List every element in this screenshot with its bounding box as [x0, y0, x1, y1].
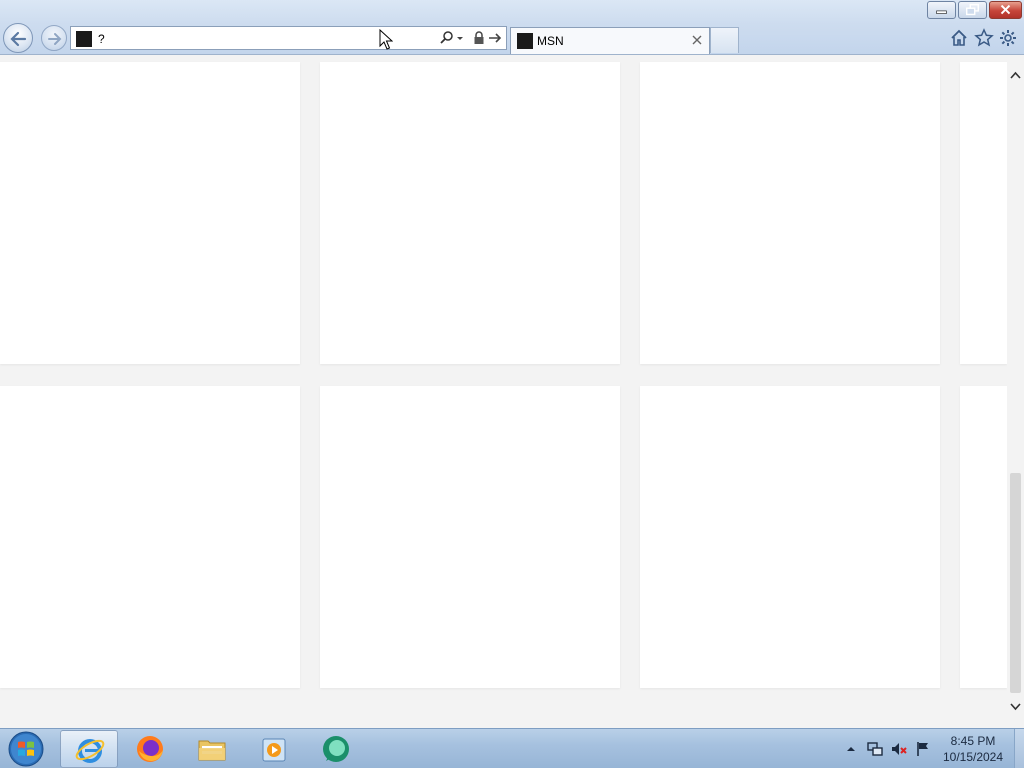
taskbar-green-app[interactable] — [307, 730, 365, 768]
media-player-icon — [262, 738, 286, 762]
scroll-up-icon[interactable] — [1009, 69, 1022, 82]
close-icon — [1000, 4, 1011, 15]
close-tab-icon[interactable] — [689, 32, 705, 48]
volume-muted-icon[interactable] — [890, 740, 908, 758]
home-icon[interactable] — [949, 28, 969, 48]
window-controls — [927, 1, 1022, 19]
system-tray: 8:45 PM 10/15/2024 — [840, 729, 1024, 768]
page-content — [0, 55, 1007, 728]
minimize-button[interactable] — [927, 1, 956, 19]
forward-button[interactable] — [41, 25, 67, 51]
minimize-icon — [936, 10, 947, 14]
msn-favicon-icon — [517, 33, 533, 49]
close-window-button[interactable] — [989, 1, 1022, 19]
go-arrow-icon[interactable] — [487, 30, 503, 46]
clock-date: 10/15/2024 — [942, 750, 1004, 764]
lock-icon[interactable] — [471, 30, 487, 46]
content-card[interactable] — [0, 386, 300, 688]
internet-explorer-icon — [75, 739, 105, 763]
dropdown-arrow-icon[interactable] — [455, 30, 465, 46]
tab-title: MSN — [537, 34, 564, 48]
vertical-scrollbar[interactable] — [1007, 55, 1024, 728]
favorites-star-icon[interactable] — [974, 28, 994, 48]
scrollbar-thumb[interactable] — [1010, 473, 1021, 693]
taskbar-media-player[interactable] — [245, 730, 303, 768]
taskbar-firefox[interactable] — [121, 730, 179, 768]
clock[interactable]: 8:45 PM 10/15/2024 — [938, 733, 1008, 765]
clock-time: 8:45 PM — [950, 734, 996, 748]
restore-button[interactable] — [958, 1, 987, 19]
content-card[interactable] — [640, 386, 940, 688]
back-button[interactable] — [3, 23, 33, 53]
browser-chrome: ? MSN — [0, 0, 1024, 55]
action-center-flag-icon[interactable] — [914, 740, 932, 758]
forward-arrow-icon — [48, 33, 62, 45]
content-card[interactable] — [960, 62, 1007, 364]
firefox-icon — [137, 736, 163, 762]
content-card[interactable] — [640, 62, 940, 364]
taskbar-file-explorer[interactable] — [183, 730, 241, 768]
restore-icon — [966, 3, 979, 16]
address-bar[interactable]: ? — [70, 26, 507, 50]
network-icon[interactable] — [866, 740, 884, 758]
chat-bubble-app-icon — [323, 736, 349, 762]
windows-start-icon — [8, 731, 44, 767]
content-card[interactable] — [320, 386, 620, 688]
tab-msn[interactable]: MSN — [510, 27, 710, 54]
taskbar-internet-explorer[interactable] — [60, 730, 118, 768]
msn-favicon-icon — [76, 31, 92, 47]
scroll-down-icon[interactable] — [1009, 700, 1022, 713]
back-arrow-icon — [10, 31, 27, 47]
folder-icon — [198, 740, 226, 761]
taskbar: 8:45 PM 10/15/2024 — [0, 728, 1024, 768]
mouse-cursor-icon — [379, 29, 393, 50]
gear-icon[interactable] — [998, 28, 1018, 48]
show-desktop-button[interactable] — [1014, 729, 1024, 768]
show-hidden-icons-icon[interactable] — [845, 740, 857, 758]
start-button[interactable] — [6, 730, 46, 768]
new-tab-button[interactable] — [710, 27, 739, 53]
address-input[interactable]: ? — [98, 32, 105, 46]
content-card[interactable] — [320, 62, 620, 364]
content-card[interactable] — [0, 62, 300, 364]
search-icon[interactable] — [439, 30, 455, 46]
content-card[interactable] — [960, 386, 1007, 688]
